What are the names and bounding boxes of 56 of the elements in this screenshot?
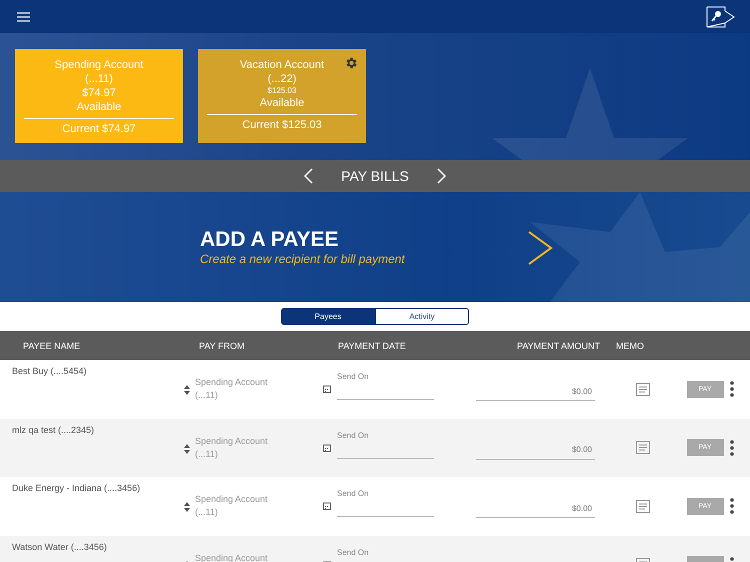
column-header: PAY FROM [198,340,246,350]
account-number: (...11) [85,72,113,86]
send-on-label: Send On [337,489,370,498]
account-number: (...22) [268,72,296,86]
banner-title: ADD A PAYEE [200,228,340,252]
tab[interactable]: Payees [281,308,375,325]
account-name: Vacation Account [240,58,324,72]
next-button[interactable] [436,168,446,184]
account-balance: $74.97 [82,86,116,100]
payee-name: mlz qa test (....2345) [11,424,96,434]
payee-name: Watson Water (....3456) [11,540,108,552]
memo-icon[interactable] [636,382,650,396]
sort-icon[interactable] [184,444,190,454]
sort-icon[interactable] [184,385,190,395]
menu-icon[interactable] [17,12,30,22]
more-options-icon[interactable] [730,498,734,514]
current-balance: Current $125.03 [242,118,322,132]
send-on-label: Send On [337,372,370,382]
calendar-icon[interactable] [323,502,331,510]
tab[interactable]: Activity [375,308,469,325]
account-card[interactable]: Spending Account (...11) $74.97 Available Current $74.97 [15,49,183,143]
available-label: Available [76,100,122,114]
account-balance: $125.03 [268,86,296,96]
account-name: Spending Account [54,58,144,72]
amount-field[interactable]: $0.00 [476,499,595,518]
account-select[interactable]: Spending Account (...11) [195,376,268,402]
sort-icon[interactable] [184,502,190,512]
column-header: PAYMENT AMOUNT [516,340,601,350]
memo-icon[interactable] [636,441,650,454]
amount-field[interactable]: $0.00 [476,382,595,401]
more-options-icon[interactable] [730,440,734,456]
calendar-icon[interactable] [323,444,331,452]
banner-subtitle: Create a new recipient for bill payment [200,252,405,266]
more-options-icon[interactable] [730,381,734,398]
amount-field[interactable]: $0.00 [476,440,595,460]
column-header: PAYEE NAME [22,340,82,350]
calendar-icon[interactable] [323,385,331,394]
key-login-icon[interactable] [706,6,735,28]
add-payee-banner[interactable]: ADD A PAYEE Create a new recipient for bill payment [0,192,750,302]
column-header: PAYMENT DATE [337,340,407,350]
account-card[interactable]: Vacation Account (...22) $125.03 Available Current $125.03 [198,49,366,143]
account-select[interactable]: Spending Account (...11) [195,434,268,460]
settings-icon[interactable] [344,56,358,70]
section-title: PAY BILLS [341,168,409,184]
payee-name: Duke Energy - Indiana (....3456) [11,482,142,493]
previous-button[interactable] [304,168,314,184]
send-on-label: Send On [337,430,370,440]
send-on-label: Send On [337,548,370,557]
current-balance: Current $74.97 [62,122,136,136]
account-select[interactable]: Spending Account (...11) [195,493,268,519]
payee-name: Best Buy (....5454) [11,365,88,376]
account-select[interactable]: Spending Account [195,552,268,562]
column-header: MEMO [615,340,645,350]
chevron-right-icon[interactable] [527,230,553,266]
available-label: Available [260,96,304,110]
memo-icon[interactable] [636,500,650,513]
